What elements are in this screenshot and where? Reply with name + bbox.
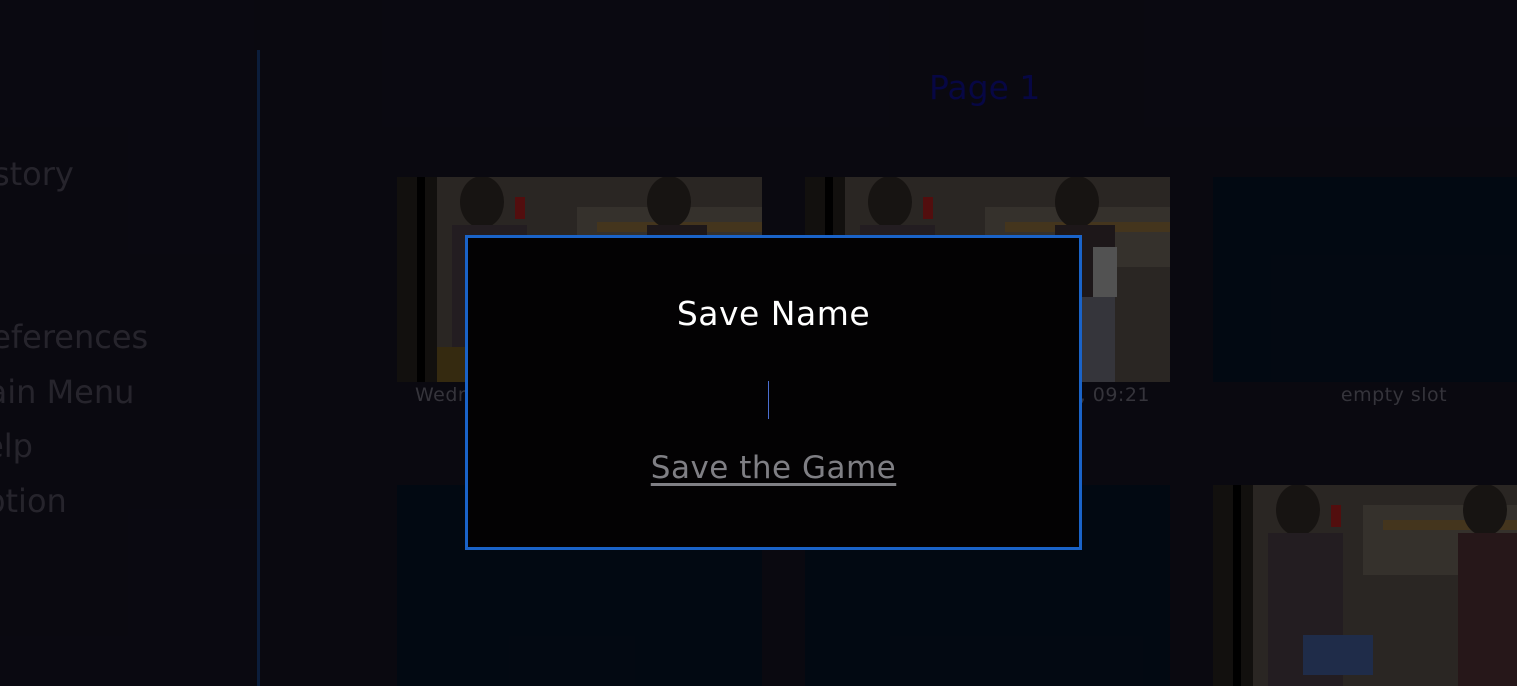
text-caret bbox=[768, 381, 769, 419]
save-screen: History Preferences Main Menu Help Optio… bbox=[0, 0, 1517, 686]
save-game-button[interactable]: Save the Game bbox=[468, 450, 1079, 486]
save-name-input[interactable] bbox=[673, 378, 877, 422]
save-name-dialog: Save Name Save the Game bbox=[465, 235, 1082, 550]
dialog-title: Save Name bbox=[676, 294, 871, 333]
